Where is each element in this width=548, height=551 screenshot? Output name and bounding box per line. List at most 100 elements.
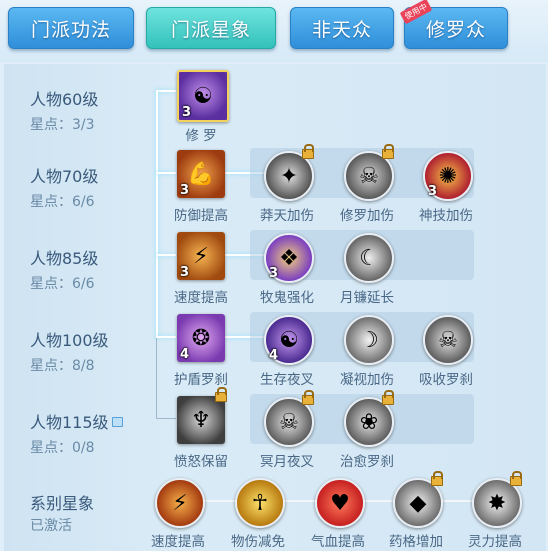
beast-icon: ❀ (359, 409, 379, 435)
node-count: 4 (180, 347, 190, 362)
xiuluo-damage-node[interactable]: ☠ (344, 144, 394, 201)
lock-icon (215, 387, 227, 402)
level-70: 人物70级星点：6/6 (30, 163, 98, 211)
node-label: 药格增加 (389, 534, 443, 550)
moon-icon: ☽ (359, 327, 379, 353)
lock-icon (431, 471, 443, 486)
node-count: 3 (180, 183, 190, 198)
level-115: 人物115级 星点：0/8 (30, 409, 123, 457)
node-label: 物伤减免 (231, 534, 285, 550)
skull-icon: ☠ (438, 327, 458, 353)
node-label: 神技加伤 (419, 208, 473, 224)
node-label: 气血提高 (311, 534, 365, 550)
survival-yaksha-node[interactable]: ☯ 4 (264, 315, 314, 365)
connector-line (156, 90, 176, 92)
dark-moon-yaksha-node[interactable]: ☠ (264, 390, 314, 447)
level-stars: 星点：3/3 (30, 117, 95, 133)
monster-icon: ☠ (359, 163, 379, 189)
constellation-status: 已激活 (30, 518, 72, 534)
slash-icon: ✦ (279, 163, 299, 189)
node-count: 3 (269, 266, 279, 281)
c-phys-reduce-node[interactable]: ☥ (235, 478, 285, 528)
node-label: 修 罗 (185, 128, 217, 144)
connector-line (156, 336, 176, 338)
burst-icon: ✸ (487, 490, 507, 516)
xiuluo-node[interactable]: ☯ 3 (177, 70, 229, 122)
level-stars: 星点：6/6 (30, 276, 95, 292)
level-title: 人物85级 (30, 249, 99, 268)
node-count: 4 (269, 348, 279, 363)
node-label: 凝视加伤 (340, 372, 394, 388)
tab-xiuluo[interactable]: 使用中 修罗众 (399, 0, 508, 49)
constellation-panel (4, 64, 546, 551)
anger-retain-node[interactable]: ♆ (177, 387, 227, 444)
lock-icon (510, 471, 522, 486)
node-label: 莽天加伤 (260, 208, 314, 224)
node-count: 3 (428, 184, 438, 199)
tab-label: 门派星象 (170, 18, 251, 41)
tab-sect-constellation[interactable]: 门派星象 (146, 7, 276, 49)
absorb-rakshasa-node[interactable]: ☠ (423, 315, 473, 365)
level-stars: 星点：0/8 (30, 440, 95, 456)
tab-bar: 门派功法 门派星象 非天众 使用中 修罗众 (0, 0, 548, 62)
c-speed-node[interactable]: ⚡ (155, 478, 205, 528)
speed-up-node[interactable]: ⚡ 3 (177, 232, 225, 280)
level-stars: 星点：6/6 (30, 194, 95, 210)
gem-icon: ◆ (409, 490, 427, 516)
node-label: 治愈罗刹 (340, 454, 394, 470)
connector-line (156, 172, 176, 174)
node-label: 护盾罗刹 (174, 372, 228, 388)
divine-skill-damage-node[interactable]: ✺ 3 (423, 151, 473, 201)
lock-icon (302, 144, 314, 159)
node-label: 冥月夜叉 (260, 454, 314, 470)
level-title: 人物60级 (30, 90, 99, 109)
node-label: 修罗加伤 (340, 208, 394, 224)
level-stars: 星点：8/8 (30, 358, 95, 374)
level-60: 人物60级星点：3/3 (30, 86, 98, 134)
gaze-damage-node[interactable]: ☽ (344, 315, 394, 365)
constellation-title: 系别星象 (30, 494, 95, 513)
lock-icon (302, 390, 314, 405)
level-title: 人物100级 (30, 331, 109, 350)
connector-line (156, 254, 176, 256)
node-count: 3 (182, 105, 192, 120)
level-title: 人物115级 (30, 413, 109, 432)
c-spirit-up-node[interactable]: ✸ (472, 471, 522, 528)
monster-icon: ☠ (279, 409, 299, 435)
level-100: 人物100级 星点：8/8 (30, 327, 109, 375)
node-label: 月镰延长 (340, 290, 394, 306)
ghost-herding-node[interactable]: ❖ 3 (264, 233, 314, 283)
node-label: 速度提高 (151, 534, 205, 550)
node-label: 灵力提高 (468, 534, 522, 550)
lock-icon (382, 144, 394, 159)
figure-icon: ☥ (251, 490, 269, 516)
defense-up-node[interactable]: 💪 3 (177, 150, 225, 198)
demon-icon: ♆ (191, 407, 211, 433)
lock-icon (382, 390, 394, 405)
locked-connector (156, 418, 176, 419)
sickle-icon: ☾ (359, 245, 379, 271)
node-label: 防御提高 (174, 208, 228, 224)
node-label: 生存夜叉 (260, 372, 314, 388)
tab-feitian[interactable]: 非天众 (290, 7, 394, 49)
moon-sickle-node[interactable]: ☾ (344, 233, 394, 283)
node-label: 速度提高 (174, 290, 228, 306)
node-label: 牧鬼强化 (260, 290, 314, 306)
node-label: 吸收罗刹 (419, 372, 473, 388)
tab-label: 非天众 (311, 18, 372, 41)
tab-label: 修罗众 (425, 18, 486, 41)
level-85: 人物85级星点：6/6 (30, 245, 98, 293)
tab-sect-skills[interactable]: 门派功法 (8, 7, 134, 49)
mangtian-damage-node[interactable]: ✦ (264, 144, 314, 201)
heal-rakshasa-node[interactable]: ❀ (344, 390, 394, 447)
heart-icon: ♥ (330, 490, 350, 516)
lock-icon (111, 417, 123, 427)
c-hp-up-node[interactable]: ♥ (315, 478, 365, 528)
c-potion-slot-node[interactable]: ◆ (393, 471, 443, 528)
node-label: 愤怒保留 (174, 454, 228, 470)
speed-icon: ⚡ (172, 490, 188, 516)
shield-rakshasa-node[interactable]: ❂ 4 (177, 314, 225, 362)
node-count: 3 (180, 265, 190, 280)
tab-label: 门派功法 (30, 18, 111, 41)
level-title: 人物70级 (30, 167, 99, 186)
